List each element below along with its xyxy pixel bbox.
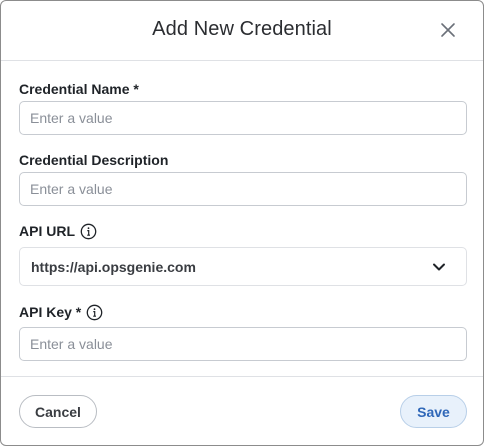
api-key-label-text: API Key * xyxy=(19,304,82,320)
save-button[interactable]: Save xyxy=(400,395,467,428)
dialog-footer: Cancel Save xyxy=(1,376,483,445)
chevron-down-icon xyxy=(432,262,446,272)
api-url-select[interactable]: https://api.opsgenie.com xyxy=(19,247,467,286)
dialog-body: Credential Name * Credential Description… xyxy=(1,62,483,376)
credential-description-label-text: Credential Description xyxy=(19,152,169,168)
credential-name-label: Credential Name * xyxy=(19,80,139,98)
credential-description-label: Credential Description xyxy=(19,151,168,169)
api-key-input[interactable] xyxy=(19,327,467,361)
info-icon[interactable] xyxy=(80,223,97,240)
api-url-label-text: API URL xyxy=(19,223,75,239)
info-icon[interactable] xyxy=(86,304,103,321)
cancel-button[interactable]: Cancel xyxy=(19,395,97,428)
api-url-label: API URL xyxy=(19,222,97,240)
dialog-header: Add New Credential xyxy=(1,1,483,61)
api-url-select-value: https://api.opsgenie.com xyxy=(31,259,196,275)
credential-description-input[interactable] xyxy=(19,172,467,206)
close-icon[interactable] xyxy=(438,20,458,40)
dialog-title: Add New Credential xyxy=(152,18,332,40)
api-key-label: API Key * xyxy=(19,303,103,321)
credential-name-input[interactable] xyxy=(19,101,467,135)
add-credential-dialog: Add New Credential Credential Name * Cre… xyxy=(0,0,484,446)
credential-name-label-text: Credential Name * xyxy=(19,81,139,97)
